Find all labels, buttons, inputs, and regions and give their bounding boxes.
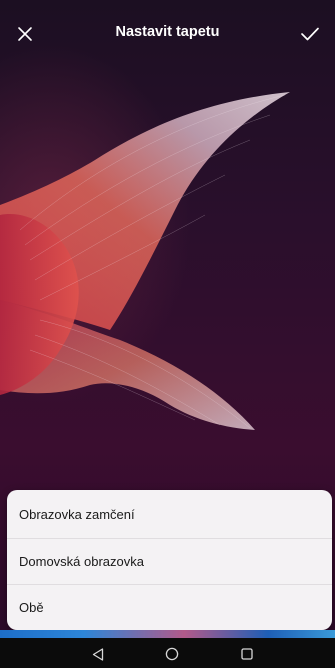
system-navigation-bar	[0, 638, 335, 668]
page-title: Nastavit tapetu	[115, 24, 220, 40]
option-label: Obrazovka zamčení	[19, 506, 135, 522]
option-home-screen[interactable]: Domovská obrazovka	[7, 538, 332, 584]
wallpaper-target-menu: Obrazovka zamčení Domovská obrazovka Obě	[7, 490, 332, 630]
back-triangle-icon[interactable]	[90, 646, 106, 662]
top-bar: Nastavit tapetu	[0, 0, 335, 70]
check-icon[interactable]	[297, 21, 323, 47]
recents-square-icon[interactable]	[239, 646, 255, 662]
close-icon[interactable]	[12, 21, 38, 47]
home-circle-icon[interactable]	[164, 646, 180, 662]
option-label: Obě	[19, 600, 44, 615]
wallpaper-preview-screen: Nastavit tapetu Obrazovka zamčení Domovs…	[0, 0, 335, 668]
option-label: Domovská obrazovka	[19, 554, 144, 569]
wallpaper-thumbnail-strip	[0, 630, 335, 638]
option-lock-screen[interactable]: Obrazovka zamčení	[7, 490, 332, 538]
option-both[interactable]: Obě	[7, 584, 332, 630]
